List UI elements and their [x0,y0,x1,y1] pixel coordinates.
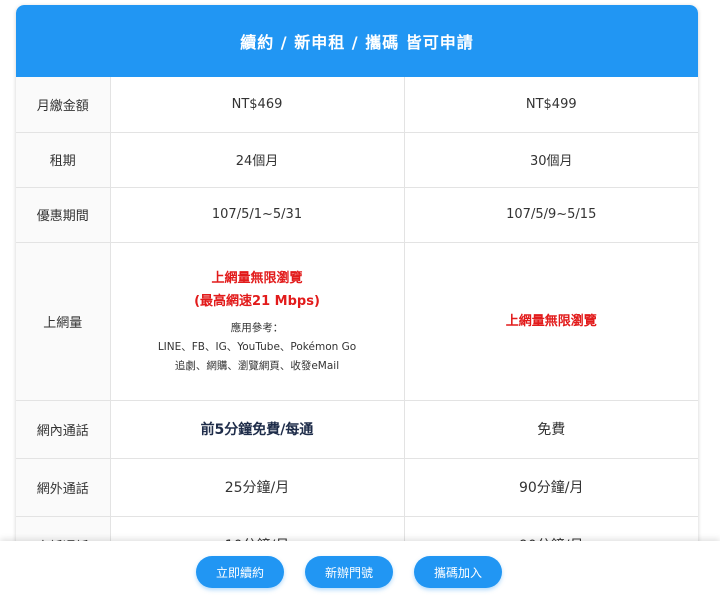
action-footer: 立即續約 新辦門號 攜碼加入 [0,541,720,600]
row-label: 上網量 [16,242,111,401]
row-label: 優惠期間 [16,187,111,243]
renew-button[interactable]: 立即續約 [196,556,284,588]
plan-a-value: 前5分鐘免費/每通 [110,400,405,459]
card-header: 續約 / 新申租 / 攜碼 皆可申請 [16,5,698,77]
table-row-data-usage: 上網量 上網量無限瀏覽 (最高網速21 Mbps) 應用參考： LINE、FB、… [16,242,698,401]
plan-b-value: NT$499 [404,77,698,133]
new-number-button[interactable]: 新辦門號 [305,556,393,588]
row-label: 月繳金額 [16,77,111,133]
header-title: 續約 / 新申租 / 攜碼 皆可申請 [240,33,474,52]
row-label: 租期 [16,132,111,188]
plan-a-ref-title: 應用參考： [230,321,284,334]
plan-b-value: 免費 [404,400,698,459]
row-label: 網內通話 [16,400,111,459]
plan-comparison-card: 續約 / 新申租 / 攜碼 皆可申請 月繳金額 NT$469 NT$499 租期… [16,5,698,600]
plan-a-value: 24個月 [110,132,405,188]
plan-a-value: 25分鐘/月 [110,458,405,517]
plan-a-ref-uses: 追劇、網購、瀏覽網頁、收發eMail [174,359,340,372]
plan-b-data-unlimited: 上網量無限瀏覽 [505,313,597,329]
plan-b-data-cell: 上網量無限瀏覽 [404,242,698,401]
table-row-onnet-calls: 網內通話 前5分鐘免費/每通 免費 [16,400,698,459]
plan-a-data-speed: (最高網速21 Mbps) [194,293,320,309]
plan-table: 月繳金額 NT$469 NT$499 租期 24個月 30個月 優惠期間 107… [16,77,698,575]
plan-b-value: 90分鐘/月 [404,458,698,517]
table-row-promo-period: 優惠期間 107/5/1~5/31 107/5/9~5/15 [16,187,698,243]
row-label: 網外通話 [16,458,111,517]
table-row-contract-term: 租期 24個月 30個月 [16,132,698,188]
plan-a-value: 107/5/1~5/31 [110,187,405,243]
table-row-offnet-calls: 網外通話 25分鐘/月 90分鐘/月 [16,458,698,517]
plan-a-ref-apps: LINE、FB、IG、YouTube、Pokémon Go [157,340,357,353]
plan-a-data-cell: 上網量無限瀏覽 (最高網速21 Mbps) 應用參考： LINE、FB、IG、Y… [110,242,405,401]
table-row-monthly-fee: 月繳金額 NT$469 NT$499 [16,77,698,133]
plan-b-value: 30個月 [404,132,698,188]
plan-a-data-unlimited: 上網量無限瀏覽 [211,270,303,286]
port-in-button[interactable]: 攜碼加入 [414,556,502,588]
plan-a-value: NT$469 [110,77,405,133]
plan-b-value: 107/5/9~5/15 [404,187,698,243]
